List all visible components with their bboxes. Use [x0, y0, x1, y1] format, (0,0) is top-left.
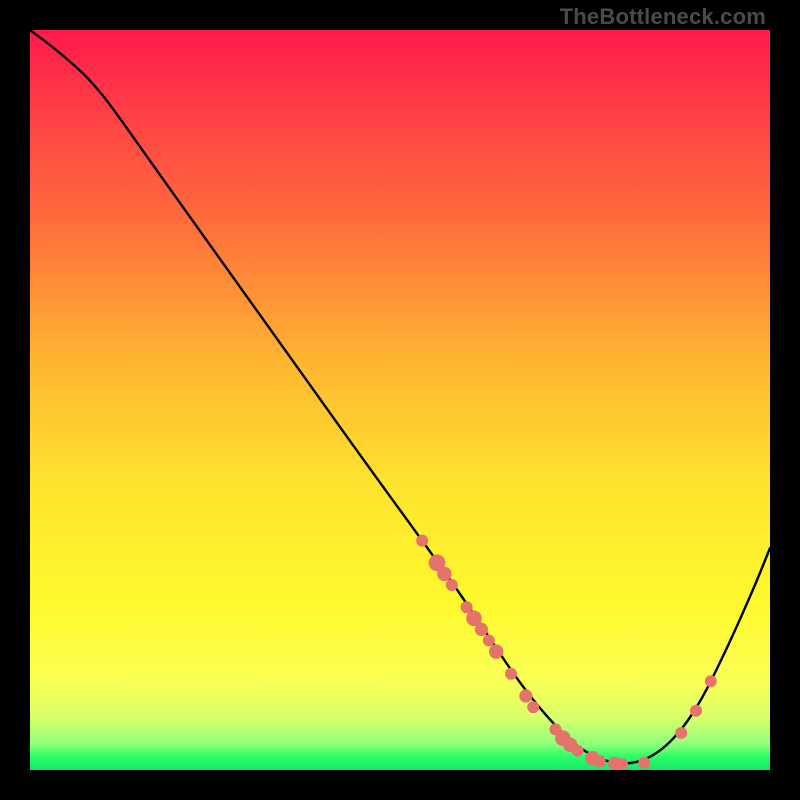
chart-dot: [690, 705, 702, 717]
chart-dot: [675, 727, 687, 739]
chart-dot: [519, 689, 532, 702]
chart-dot: [489, 644, 503, 658]
chart-dot: [437, 567, 451, 581]
chart-curve: [30, 30, 770, 763]
chart-dot: [705, 675, 717, 687]
chart-dot: [446, 579, 458, 591]
watermark-text: TheBottleneck.com: [560, 4, 766, 30]
chart-dot: [483, 635, 495, 647]
bottleneck-chart: [30, 30, 770, 770]
chart-dot: [527, 701, 539, 713]
chart-dot: [416, 535, 428, 547]
chart-dot: [475, 623, 488, 636]
chart-dot: [638, 757, 650, 769]
chart-dots: [416, 535, 717, 770]
chart-dot: [594, 755, 606, 767]
chart-dot: [616, 758, 628, 770]
chart-dot: [505, 668, 517, 680]
chart-dot: [572, 745, 584, 757]
